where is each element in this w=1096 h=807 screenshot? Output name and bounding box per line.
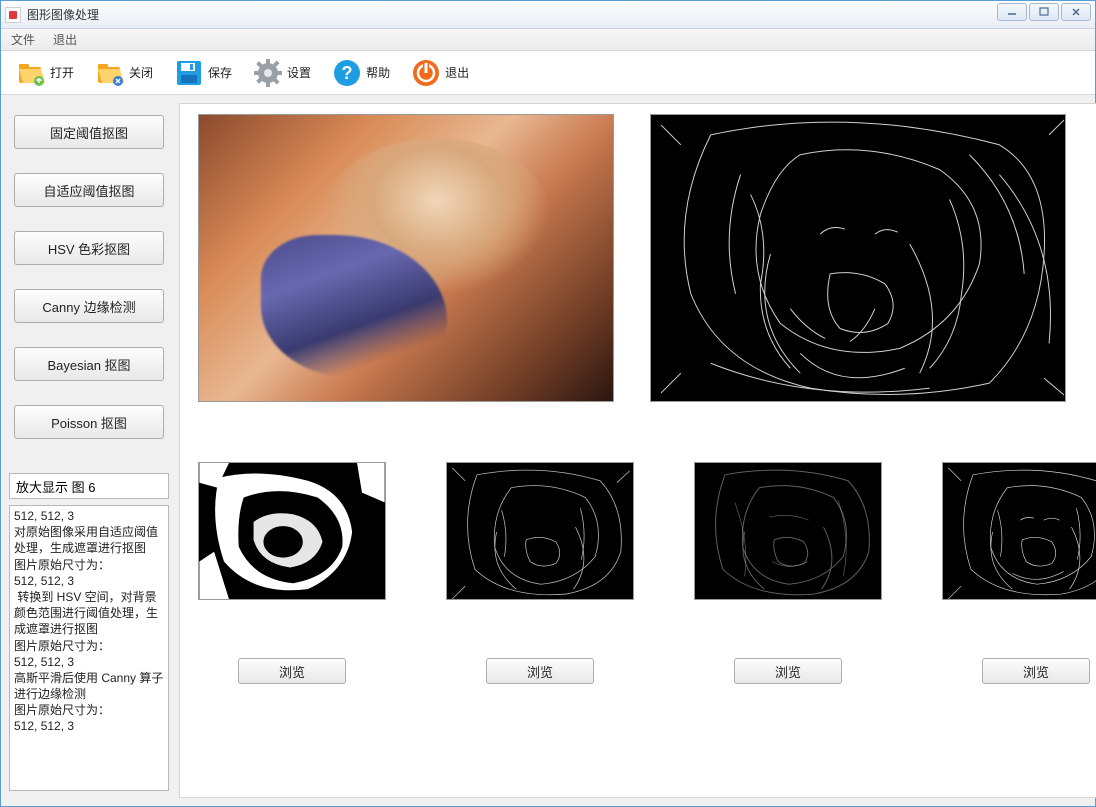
toolbar-close[interactable]: 关闭 [90,55,157,91]
titlebar: 图形图像处理 [1,1,1095,29]
content-area: 固定阈值抠图 自适应阈值抠图 HSV 色彩抠图 Canny 边缘检测 Bayes… [1,95,1095,806]
toolbar-exit[interactable]: 退出 [406,55,473,91]
gear-icon [252,57,284,89]
toolbar-settings-label: 设置 [287,64,311,81]
thumb-col-3: 浏览 [694,462,882,684]
main-panel: 浏览 浏览 [179,103,1096,798]
app-icon [5,7,21,23]
btn-fixed-threshold[interactable]: 固定阈值抠图 [14,115,164,149]
menubar: 文件 退出 [1,29,1095,51]
sidebar: 固定阈值抠图 自适应阈值抠图 HSV 色彩抠图 Canny 边缘检测 Bayes… [9,103,169,798]
browse-button-2[interactable]: 浏览 [486,658,594,684]
menu-exit[interactable]: 退出 [49,29,81,50]
toolbar-settings[interactable]: 设置 [248,55,315,91]
thumb-col-4: 浏览 [942,462,1096,684]
btn-adaptive-threshold[interactable]: 自适应阈值抠图 [14,173,164,207]
btn-hsv-color[interactable]: HSV 色彩抠图 [14,231,164,265]
menu-file[interactable]: 文件 [7,29,39,50]
window-controls [997,3,1091,21]
btn-bayesian[interactable]: Bayesian 抠图 [14,347,164,381]
toolbar-open[interactable]: 打开 [11,55,78,91]
power-icon [410,57,442,89]
help-icon: ? [331,57,363,89]
browse-button-3[interactable]: 浏览 [734,658,842,684]
folder-open-icon [15,57,47,89]
thumb-image-3 [694,462,882,600]
image-original [198,114,614,402]
btn-canny-edge[interactable]: Canny 边缘检测 [14,289,164,323]
zoom-input[interactable] [9,473,169,499]
minimize-button[interactable] [997,3,1027,21]
maximize-button[interactable] [1029,3,1059,21]
thumb-col-1: 浏览 [198,462,386,684]
log-box[interactable]: 512, 512, 3 对原始图像采用自适应阈值处理，生成遮罩进行抠图 图片原始… [9,505,169,791]
toolbar-exit-label: 退出 [445,64,469,81]
thumb-col-2: 浏览 [446,462,634,684]
thumb-image-2 [446,462,634,600]
thumb-image-1 [198,462,386,600]
browse-button-4[interactable]: 浏览 [982,658,1090,684]
toolbar-help[interactable]: ? 帮助 [327,55,394,91]
top-image-row [198,114,1096,402]
folder-close-icon [94,57,126,89]
toolbar: 打开 关闭 保存 设置 ? 帮助 [1,51,1095,95]
save-icon [173,57,205,89]
toolbar-save[interactable]: 保存 [169,55,236,91]
toolbar-open-label: 打开 [50,64,74,81]
image-canny-large [650,114,1066,402]
window-title: 图形图像处理 [27,6,99,23]
toolbar-close-label: 关闭 [129,64,153,81]
btn-poisson[interactable]: Poisson 抠图 [14,405,164,439]
browse-button-1[interactable]: 浏览 [238,658,346,684]
toolbar-help-label: 帮助 [366,64,390,81]
svg-text:?: ? [342,63,353,83]
toolbar-save-label: 保存 [208,64,232,81]
thumb-image-4 [942,462,1096,600]
close-button[interactable] [1061,3,1091,21]
thumb-row: 浏览 浏览 [198,462,1096,684]
app-window: 图形图像处理 文件 退出 打开 关闭 [0,0,1096,807]
